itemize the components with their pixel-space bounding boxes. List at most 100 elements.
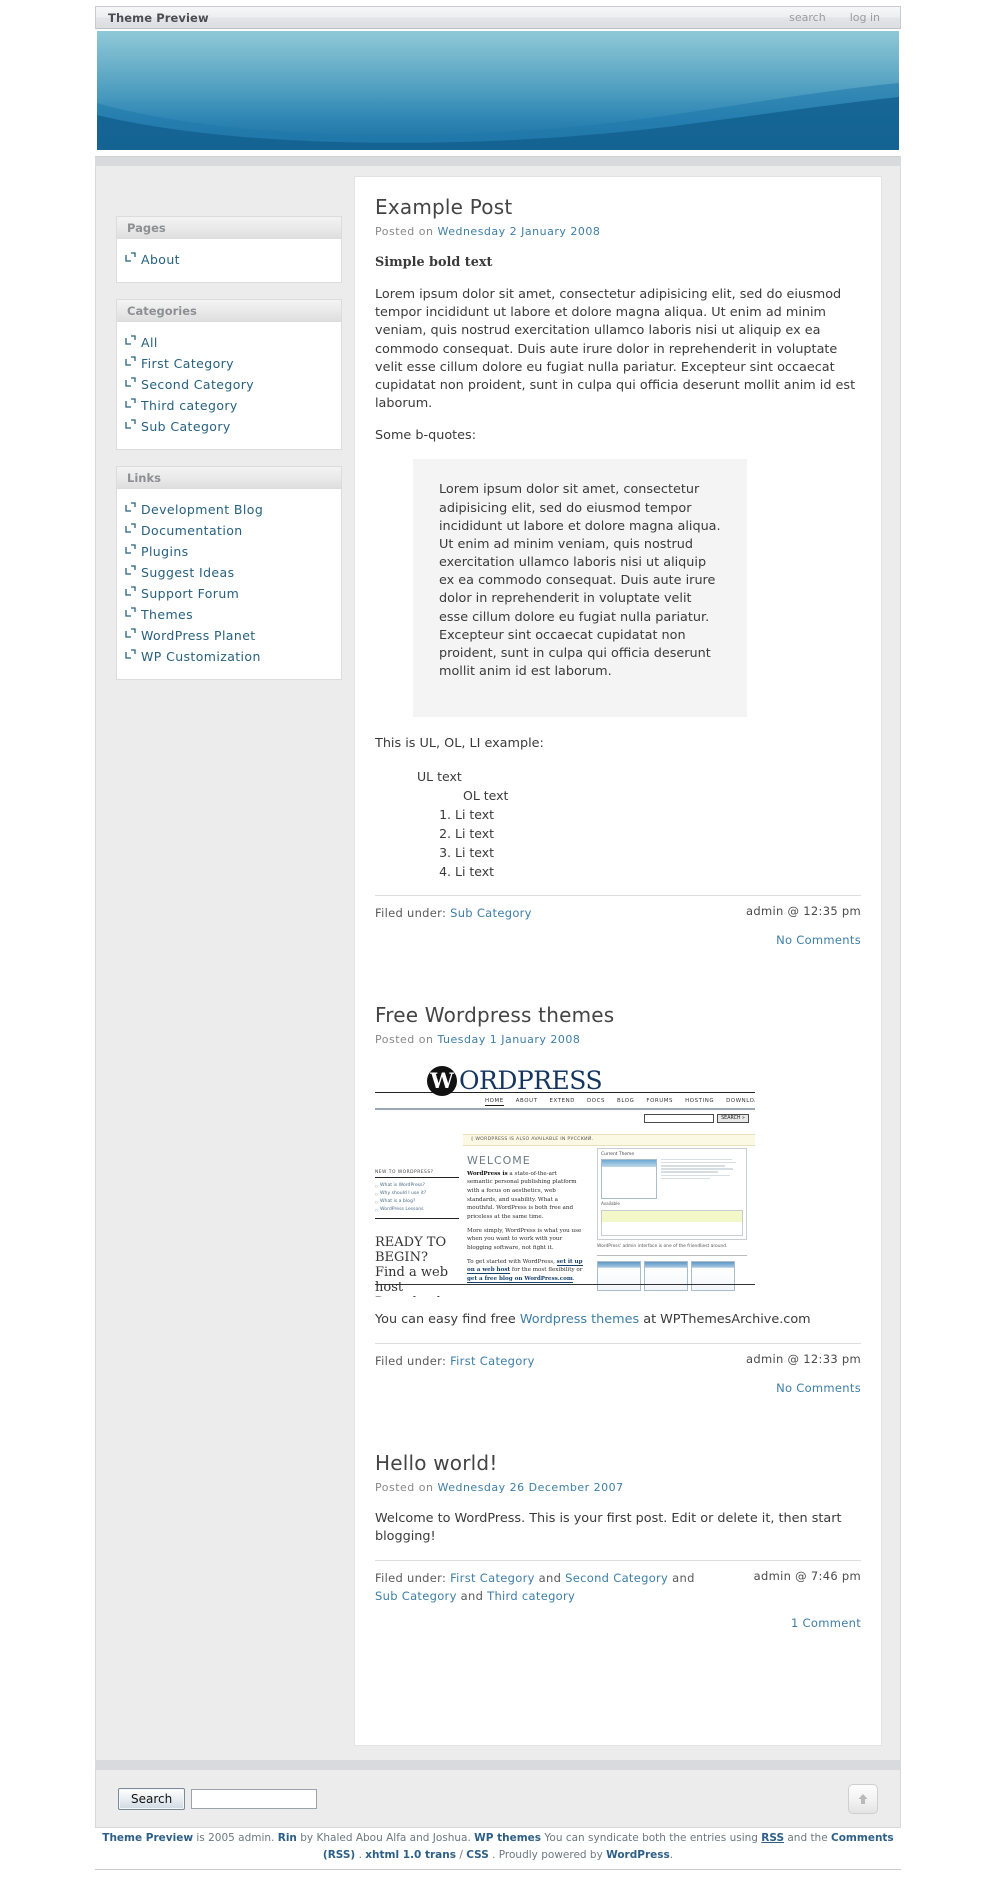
and-word: and — [534, 1570, 566, 1585]
nav-download: DOWNLOAD — [726, 1097, 755, 1104]
credits-wordpress-link[interactable]: WordPress — [606, 1849, 670, 1861]
category-link[interactable]: Third category — [487, 1589, 575, 1603]
screenshot-language-notice: ◊ WORDPRESS IS ALSO AVAILABLE IN РУССКИЙ… — [463, 1133, 755, 1146]
sidebar-link[interactable]: WP Customization — [141, 649, 261, 664]
screenshot-search-button: SEARCH » — [717, 1113, 749, 1123]
p3-pre: To get started with WordPress, — [467, 1258, 557, 1265]
comments-link[interactable]: 1 Comment — [791, 1616, 861, 1630]
corner-bracket-icon — [125, 523, 136, 534]
thumbnail — [597, 1261, 641, 1292]
list-item[interactable]: Documentation — [117, 520, 341, 541]
sidebar-link[interactable]: Documentation — [141, 523, 243, 538]
post-free-wordpress-themes: Free Wordpress themes Posted on Tuesday … — [375, 1003, 861, 1395]
search-button[interactable]: Search — [118, 1787, 186, 1810]
sidebar-link[interactable]: Suggest Ideas — [141, 565, 235, 580]
list-item[interactable]: Third category — [117, 395, 341, 416]
search-link[interactable]: search — [777, 11, 838, 24]
separator-bar — [95, 156, 901, 166]
post-date-link[interactable]: Wednesday 26 December 2007 — [437, 1481, 623, 1494]
sidebar-link[interactable]: Plugins — [141, 544, 189, 559]
comments-link[interactable]: No Comments — [776, 1381, 861, 1395]
post-example-post: Example Post Posted on Wednesday 2 Janua… — [375, 195, 861, 947]
list-item[interactable]: Development Blog — [117, 499, 341, 520]
sidebar-link[interactable]: All — [141, 335, 158, 350]
card-lines — [661, 1158, 743, 1199]
sidebar-link[interactable]: First Category — [141, 356, 234, 371]
post-paragraph: Welcome to WordPress. This is your first… — [375, 1510, 842, 1544]
search-input[interactable] — [191, 1788, 318, 1809]
credits-css-link[interactable]: CSS — [466, 1849, 489, 1861]
category-link[interactable]: First Category — [450, 1354, 535, 1368]
sidebar-link[interactable]: Second Category — [141, 377, 254, 392]
category-link[interactable]: Sub Category — [375, 1589, 457, 1603]
nested-list: OL text — [417, 786, 861, 805]
wordpress-themes-link[interactable]: Wordpress themes — [520, 1312, 639, 1327]
posted-on-label: Posted on — [375, 1032, 438, 1046]
sidebar-link[interactable]: Sub Category — [141, 419, 231, 434]
categories-list: All First Category Second Category Third… — [117, 322, 341, 449]
sidebar-link[interactable]: Themes — [141, 607, 193, 622]
col-item: What is a blog? — [375, 1198, 459, 1206]
filed-under-label: Filed under: — [375, 1354, 451, 1369]
post-date: Posted on Tuesday 1 January 2008 — [375, 1033, 861, 1046]
list-item[interactable]: WP Customization — [117, 646, 341, 667]
credits-wpthemes-link[interactable]: WP themes — [474, 1832, 541, 1844]
posted-on-label: Posted on — [375, 225, 438, 238]
list-item[interactable]: Support Forum — [117, 583, 341, 604]
nav-about: ABOUT — [515, 1097, 538, 1104]
list-item[interactable]: About — [117, 249, 341, 270]
post-date-link[interactable]: Wednesday 2 January 2008 — [437, 225, 600, 238]
credits-rin-link[interactable]: Rin — [278, 1832, 297, 1844]
screenshot-search-input — [644, 1113, 715, 1123]
comments-area: 1 Comment — [375, 1616, 861, 1630]
list-item[interactable]: All — [117, 332, 341, 353]
list-item[interactable]: First Category — [117, 353, 341, 374]
post-date-link[interactable]: Tuesday 1 January 2008 — [437, 1033, 580, 1046]
post-footer: Filed under: First Category admin @ 12:3… — [375, 1343, 861, 1395]
post-spacer — [375, 957, 861, 1003]
list-item[interactable]: Themes — [117, 604, 341, 625]
screenshot-search: SEARCH » — [644, 1113, 749, 1123]
nav-blog: BLOG — [617, 1097, 635, 1104]
quote-intro: Some b-quotes: — [375, 428, 477, 444]
list-item[interactable]: Suggest Ideas — [117, 562, 341, 583]
credits-site-link[interactable]: Theme Preview — [102, 1832, 193, 1844]
scroll-to-top-button[interactable] — [848, 1783, 878, 1814]
blockquote: Lorem ipsum dolor sit amet, consectetur … — [413, 459, 747, 718]
list-item[interactable]: Plugins — [117, 541, 341, 562]
corner-bracket-icon — [125, 544, 136, 555]
comments-link[interactable]: No Comments — [776, 933, 861, 947]
pages-list: About — [117, 239, 341, 282]
sidebar-link[interactable]: About — [141, 252, 180, 267]
admin-bar-actions: search log in — [777, 11, 900, 24]
list-item[interactable]: Sub Category — [117, 416, 341, 437]
category-link[interactable]: Sub Category — [450, 906, 532, 920]
wordpress-is-bold: WordPress is — [467, 1170, 508, 1177]
col-item: Download and Install — [375, 1295, 459, 1297]
credits-rss-link[interactable]: RSS — [761, 1832, 784, 1844]
unordered-list: UL text OL text — [375, 767, 861, 805]
list-item[interactable]: Second Category — [117, 374, 341, 395]
screenshot-col-ready-to-begin: READY TO BEGIN? Find a web host Download… — [375, 1235, 459, 1297]
sidebar-link[interactable]: Support Forum — [141, 586, 239, 601]
footer-panel: Search — [95, 1770, 901, 1828]
and-word: and — [456, 1589, 488, 1604]
sidebar-link[interactable]: Third category — [141, 398, 238, 413]
category-link[interactable]: Second Category — [565, 1571, 668, 1585]
col-item: Find a web host — [375, 1264, 449, 1295]
up-arrow-icon — [858, 1793, 868, 1804]
login-link[interactable]: log in — [838, 11, 892, 24]
list-item[interactable]: WordPress Planet — [117, 625, 341, 646]
after-image-post: at WPThemesArchive.com — [639, 1311, 811, 1327]
sidebar-link[interactable]: WordPress Planet — [141, 628, 256, 643]
category-link[interactable]: First Category — [450, 1571, 535, 1585]
right-col-divider — [597, 1255, 747, 1257]
nav-forums: FORUMS — [646, 1097, 674, 1104]
li-item: Li text — [455, 824, 861, 843]
credits-xhtml-link[interactable]: xhtml 1.0 trans — [365, 1849, 456, 1861]
post-body: Welcome to WordPress. This is your first… — [375, 1510, 861, 1546]
corner-bracket-icon — [125, 398, 136, 409]
banner-wave-graphic — [97, 83, 899, 150]
corner-bracket-icon — [125, 356, 136, 367]
sidebar-link[interactable]: Development Blog — [141, 502, 263, 517]
